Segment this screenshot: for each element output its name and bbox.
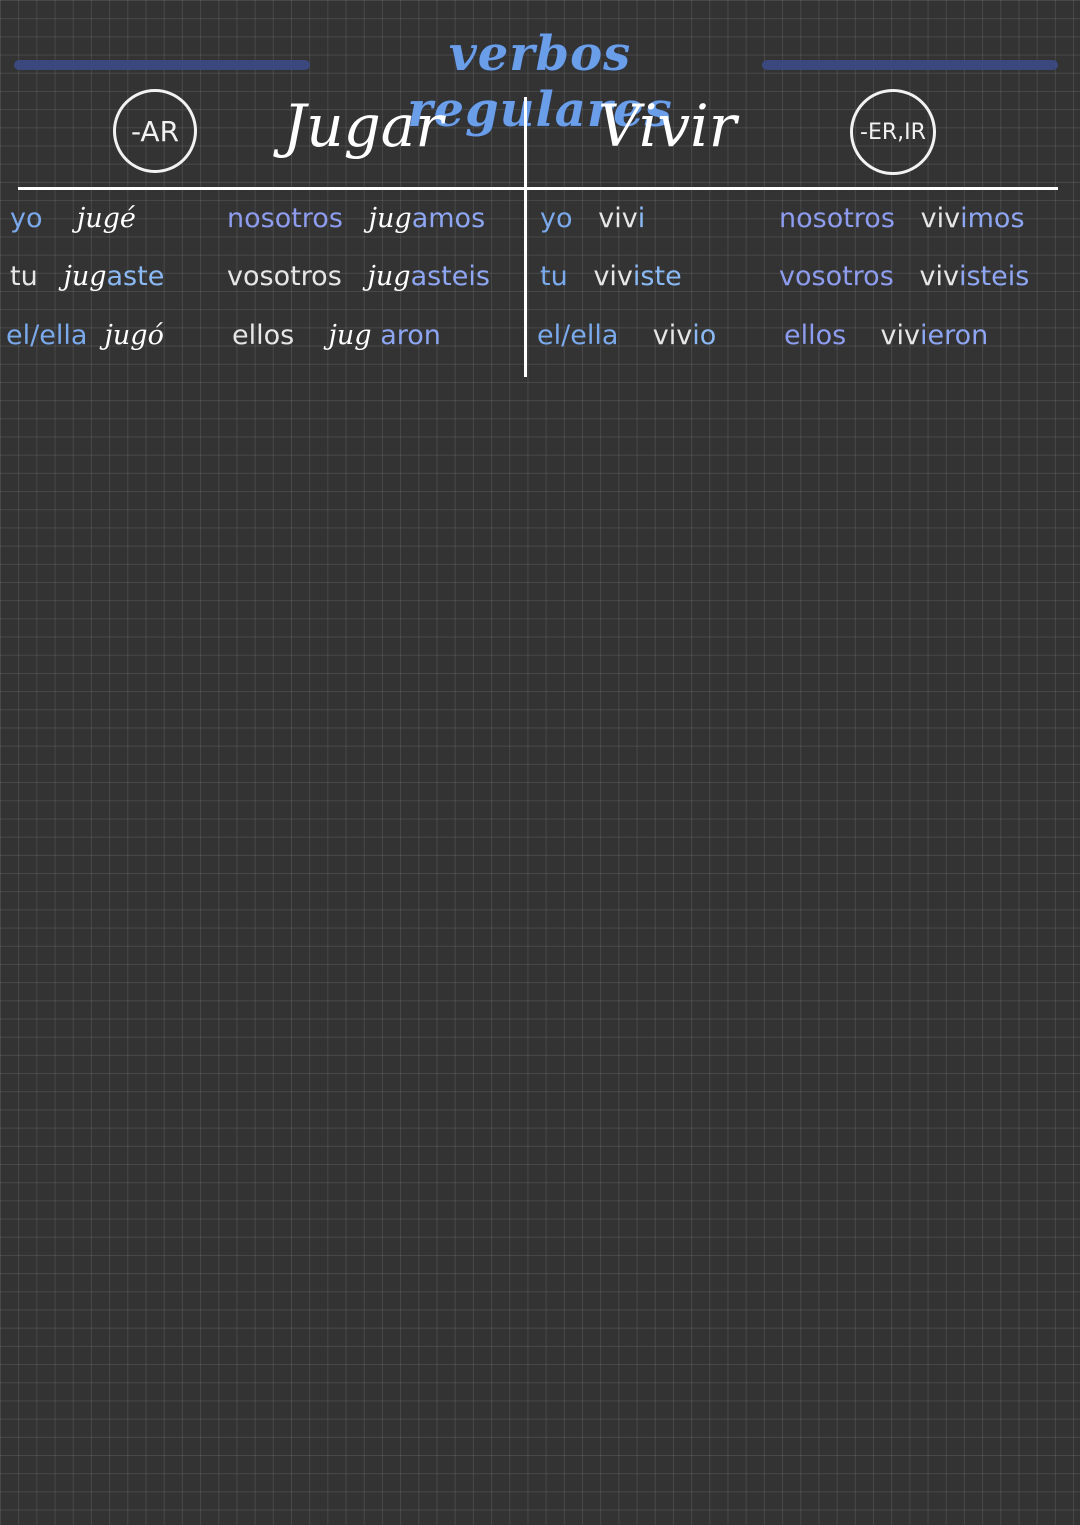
pronoun: el/ella — [6, 320, 88, 351]
verb-ending: imos — [960, 203, 1025, 234]
title-underline-right — [762, 60, 1058, 70]
pronoun: vosotros — [779, 261, 894, 292]
pronoun: ellos — [232, 320, 295, 351]
jugar-row-yo: yo jugé — [10, 203, 136, 234]
verb-stem: jug — [368, 203, 412, 234]
ar-ending-badge: -AR — [113, 89, 197, 173]
verb-ending: iste — [632, 261, 682, 292]
verb-stem: jug — [328, 320, 372, 351]
verb-stem: viv — [919, 261, 959, 292]
pronoun: vosotros — [227, 261, 342, 292]
verb-ending: aron — [380, 320, 441, 351]
vivir-row-yo: yo vivi — [540, 203, 645, 234]
verb-stem: viv — [652, 320, 693, 351]
verb-ending: ó — [147, 320, 164, 351]
pronoun: yo — [10, 203, 43, 234]
pronoun: yo — [540, 203, 573, 234]
vivir-row-vosotros: vosotros vivisteis — [779, 261, 1029, 292]
table-column-divider — [524, 97, 527, 377]
er-ir-ending-label: -ER,IR — [860, 119, 926, 145]
verb-ending: é — [119, 203, 136, 234]
er-ir-ending-badge: -ER,IR — [850, 89, 936, 175]
verb-stem: jug — [367, 261, 411, 292]
verb-stem: viv — [920, 203, 961, 234]
verb-ending: ieron — [920, 320, 989, 351]
pronoun: ellos — [784, 320, 847, 351]
vivir-row-ellos: ellos vivieron — [784, 320, 988, 351]
verb-stem: jug — [76, 203, 120, 234]
pronoun: tu — [540, 261, 568, 292]
jugar-row-vosotros: vosotros jugasteis — [227, 261, 490, 292]
verb-stem: viv — [880, 320, 921, 351]
vivir-row-tu: tu viviste — [540, 261, 682, 292]
verb-ending: amos — [411, 203, 486, 234]
pronoun: nosotros — [227, 203, 343, 234]
verb-ending: io — [692, 320, 717, 351]
table-header-rule — [18, 187, 1058, 190]
jugar-row-el-ella: el/ella jugó — [6, 320, 164, 351]
verb-stem: viv — [593, 261, 633, 292]
jugar-row-tu: tu jugaste — [10, 261, 164, 292]
pronoun: el/ella — [537, 320, 619, 351]
pronoun: nosotros — [779, 203, 895, 234]
vivir-row-el-ella: el/ella vivio — [537, 320, 716, 351]
verb-ending: aste — [106, 261, 165, 292]
pronoun: tu — [10, 261, 38, 292]
verb-ending: asteis — [410, 261, 490, 292]
verb-ending: isteis — [958, 261, 1030, 292]
vivir-row-nosotros: nosotros vivimos — [779, 203, 1025, 234]
verb-stem: jug — [63, 261, 107, 292]
verb-ending: i — [637, 203, 646, 234]
title-underline-left — [14, 60, 310, 70]
verb-heading-vivir: Vivir — [598, 92, 737, 160]
jugar-row-ellos: ellos jug aron — [232, 320, 441, 351]
verb-stem: viv — [598, 203, 638, 234]
ar-ending-label: -AR — [130, 114, 180, 148]
jugar-row-nosotros: nosotros jugamos — [227, 203, 485, 234]
verb-heading-jugar: Jugar — [283, 92, 444, 160]
verb-stem: jug — [104, 320, 148, 351]
